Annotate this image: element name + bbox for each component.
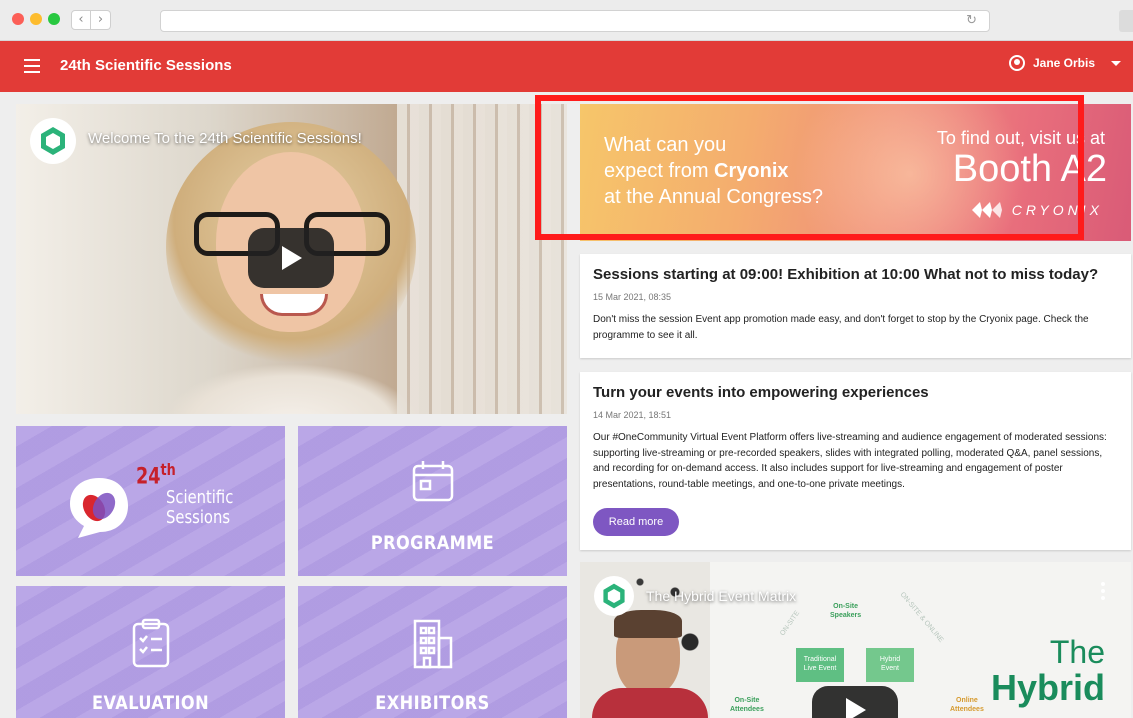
tile-label: EXHIBITORS (375, 692, 490, 714)
hybrid-title: The Hybrid (990, 634, 1105, 708)
play-button-icon[interactable] (248, 228, 334, 288)
browser-chrome: ‹ › ↻ (0, 0, 1133, 41)
minimize-window-button[interactable] (30, 13, 42, 25)
account-icon (1008, 55, 1025, 71)
user-menu[interactable]: Jane Orbis (1008, 55, 1121, 71)
logo-number: 24th (136, 460, 176, 490)
video-title[interactable]: Welcome To the 24th Scientific Sessions! (88, 130, 362, 147)
new-tab-button[interactable] (1119, 10, 1133, 32)
maximize-window-button[interactable] (48, 13, 60, 25)
hybrid-matrix-video[interactable]: The Hybrid Event Matrix On-Site Speakers… (580, 562, 1131, 718)
hybrid-event-box: Hybrid Event (866, 648, 914, 682)
video-title[interactable]: The Hybrid Event Matrix (646, 588, 796, 604)
play-button-icon[interactable] (812, 686, 898, 718)
event-logo: 24th Scientific Sessions (64, 452, 254, 552)
diagonal-label-onsite: ON-SITE (779, 609, 802, 638)
news-body: Our #OneCommunity Virtual Event Platform… (593, 432, 1107, 490)
app-header: 24th Scientific Sessions Jane Orbis (0, 41, 1133, 92)
news-title[interactable]: Sessions starting at 09:00! Exhibition a… (593, 266, 1098, 283)
diagonal-label-online: ON-SITE & ONLINE (898, 591, 945, 644)
news-date: 15 Mar 2021, 08:35 (593, 292, 672, 302)
news-card[interactable]: Sessions starting at 09:00! Exhibition a… (580, 254, 1131, 358)
building-icon (412, 618, 454, 675)
menu-icon[interactable] (24, 59, 40, 73)
news-title[interactable]: Turn your events into empowering experie… (593, 384, 929, 401)
news-card[interactable]: Turn your events into empowering experie… (580, 372, 1131, 550)
tile-evaluation[interactable]: EVALUATION (16, 586, 285, 718)
news-date: 14 Mar 2021, 18:51 (593, 410, 672, 420)
speech-bubble-logo-icon (70, 478, 128, 538)
app-title: 24th Scientific Sessions (60, 57, 232, 74)
tile-event-logo[interactable]: 24th Scientific Sessions (16, 426, 285, 576)
calendar-icon (410, 458, 456, 509)
highlight-box (535, 95, 1084, 240)
read-more-button[interactable]: Read more (593, 508, 679, 536)
tile-label: EVALUATION (91, 692, 210, 714)
channel-logo-icon[interactable] (30, 118, 76, 164)
reload-icon[interactable]: ↻ (966, 13, 977, 28)
back-icon[interactable]: ‹ (71, 10, 91, 30)
logo-text: Scientific Sessions (166, 487, 234, 528)
tile-exhibitors[interactable]: EXHIBITORS (298, 586, 567, 718)
welcome-video[interactable]: Welcome To the 24th Scientific Sessions! (16, 104, 567, 414)
online-attendees-label: Online Attendees (950, 697, 984, 713)
clipboard-checklist-icon (131, 618, 171, 673)
more-options-icon[interactable] (1101, 582, 1105, 603)
address-bar[interactable]: ↻ (160, 10, 990, 32)
onsite-speakers-label: On-Site Speakers (830, 603, 862, 619)
chevron-down-icon (1111, 60, 1121, 66)
traditional-live-event-box: Traditional Live Event (796, 648, 844, 682)
tile-label: PROGRAMME (370, 532, 495, 554)
user-name: Jane Orbis (1032, 56, 1095, 70)
close-window-button[interactable] (12, 13, 24, 25)
channel-logo-icon[interactable] (594, 576, 634, 616)
onsite-attendees-label: On-Site Attendees (730, 697, 764, 713)
forward-icon[interactable]: › (91, 10, 111, 30)
tile-programme[interactable]: PROGRAMME (298, 426, 567, 576)
news-body: Don't miss the session Event app promoti… (593, 314, 1089, 341)
